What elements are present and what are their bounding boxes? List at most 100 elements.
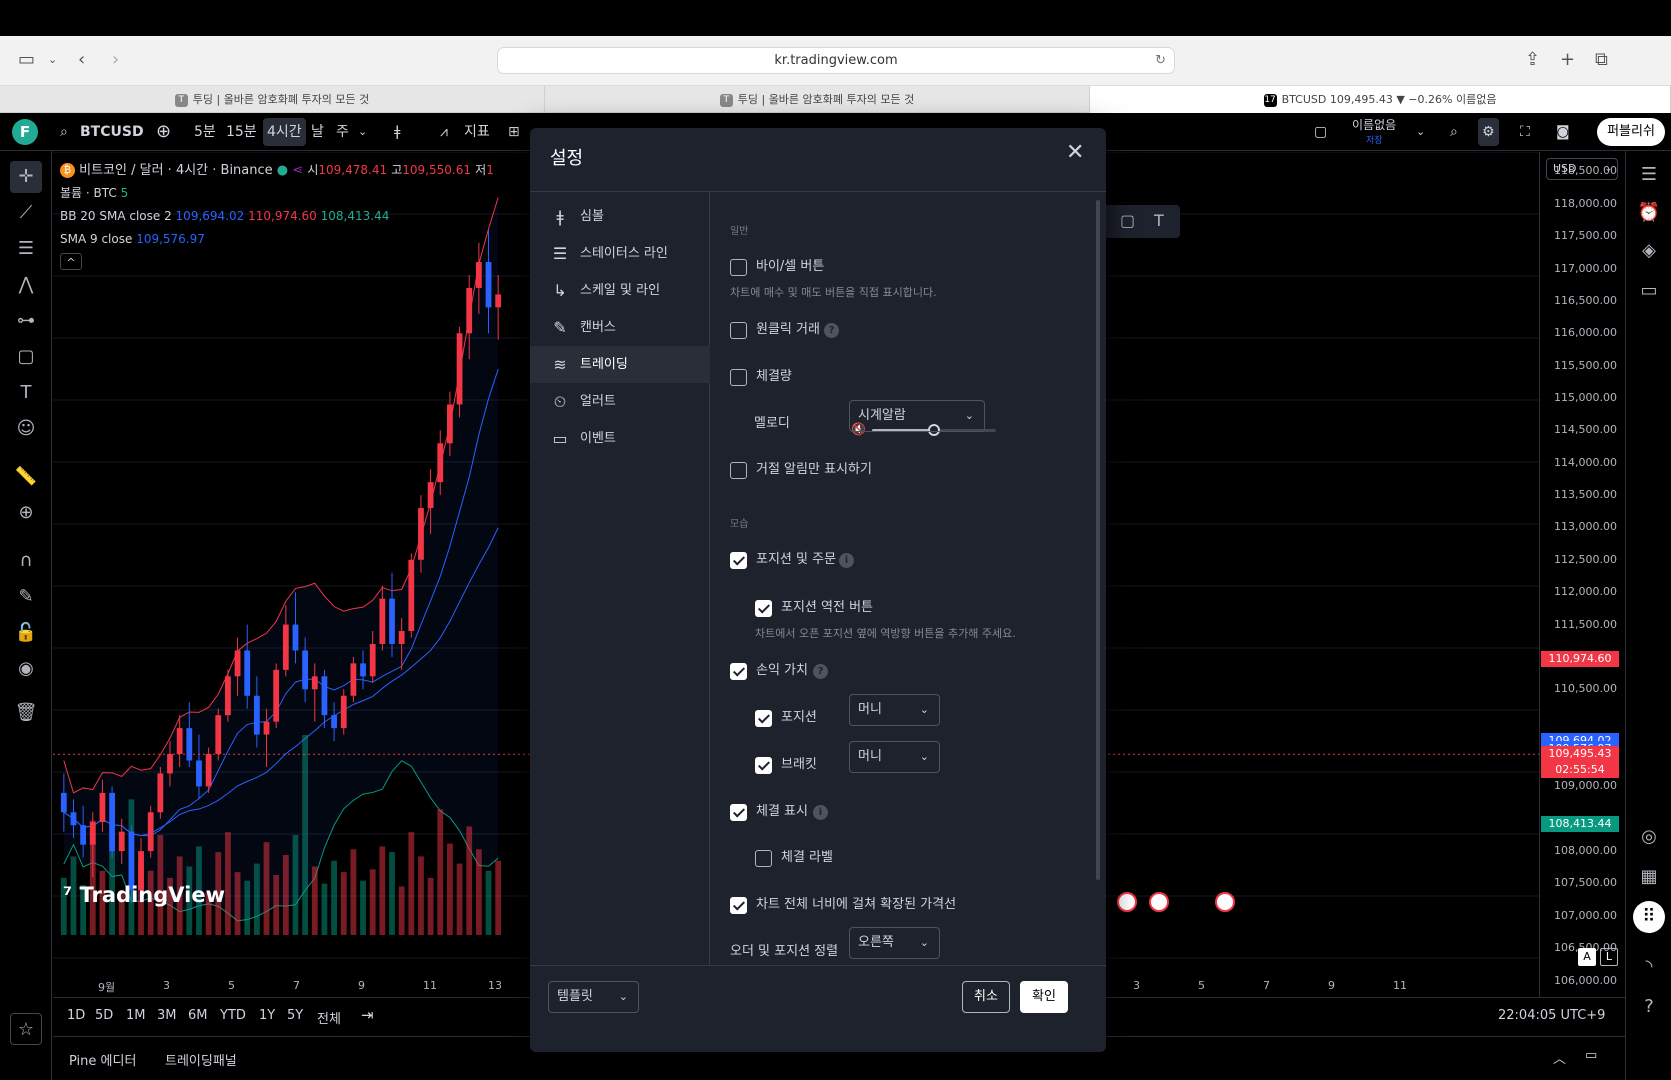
info-icon[interactable]: i xyxy=(813,805,828,820)
range-5y[interactable]: 5Y xyxy=(287,1008,303,1023)
layout-dropdown-icon[interactable]: ⌄ xyxy=(1412,118,1429,146)
user-avatar[interactable]: F xyxy=(12,119,38,145)
indicators-icon[interactable]: ⩘ xyxy=(436,118,452,146)
interval-day[interactable]: 날 xyxy=(307,118,328,146)
range-all[interactable]: 전체 xyxy=(317,1008,341,1027)
fib-icon[interactable]: ☰ xyxy=(10,233,42,265)
share-icon[interactable]: ⇪ xyxy=(1525,46,1540,74)
pnl-bracket-checkbox[interactable] xyxy=(755,757,772,774)
watchlist-icon[interactable]: ☰ xyxy=(1633,159,1665,191)
fullscreen-icon[interactable]: ⛶ xyxy=(1516,118,1534,146)
range-1d[interactable]: 1D xyxy=(67,1008,85,1023)
back-icon[interactable]: ‹ xyxy=(78,46,85,74)
pnl-checkbox[interactable] xyxy=(730,663,747,680)
zoom-in-icon[interactable]: ⊕ xyxy=(10,497,42,529)
legend-title[interactable]: 비트코인 / 달러 · 4시간 · Binance xyxy=(79,163,273,178)
info-icon[interactable]: i xyxy=(839,553,854,568)
melody-select[interactable]: 시계알람 ⌄ xyxy=(849,400,985,432)
nav-alerts[interactable]: ⏲ 얼러트 xyxy=(530,383,710,420)
ok-button[interactable]: 확인 xyxy=(1020,981,1068,1013)
extend-price-line-checkbox[interactable] xyxy=(730,897,747,914)
nav-events[interactable]: ▭ 이벤트 xyxy=(530,420,710,457)
trend-line-icon[interactable]: ⟋ xyxy=(10,197,42,229)
browser-tab[interactable]: T 투딩 | 올바른 암호화폐 투자의 모든 것 xyxy=(0,86,545,113)
range-ytd[interactable]: YTD xyxy=(220,1008,246,1023)
range-1m[interactable]: 1M xyxy=(126,1008,146,1023)
pnl-bracket-select[interactable]: 머니 ⌄ xyxy=(849,741,940,773)
crosshair-icon[interactable]: ✛ xyxy=(10,161,42,193)
pnl-position-checkbox[interactable] xyxy=(755,710,772,727)
broadcast-icon[interactable]: ◝ xyxy=(1633,951,1665,983)
execution-labels-checkbox[interactable] xyxy=(755,850,772,867)
ruler-icon[interactable]: 📏 xyxy=(10,461,42,493)
layout-grid-icon[interactable]: ⊞ xyxy=(504,118,524,146)
help-icon[interactable]: ? xyxy=(1633,991,1665,1023)
interval-5m[interactable]: 5분 xyxy=(190,118,220,146)
lock-pencil-icon[interactable]: ✎ xyxy=(10,581,42,613)
goto-date-icon[interactable]: ⇥ xyxy=(361,1006,374,1024)
reverse-button-checkbox[interactable] xyxy=(755,600,772,617)
buy-sell-checkbox[interactable] xyxy=(730,259,747,276)
settings-scrollbar[interactable] xyxy=(1096,200,1100,880)
eye-icon[interactable]: ◉ xyxy=(10,653,42,685)
layout-square-icon[interactable]: ▢ xyxy=(1310,118,1331,146)
chart-type-icon[interactable]: ǂ xyxy=(390,118,404,146)
interval-4h[interactable]: 4시간 xyxy=(263,118,306,146)
alarm-clock-icon[interactable]: ⏰ xyxy=(1633,197,1665,229)
interval-15m[interactable]: 15분 xyxy=(222,118,261,146)
target-icon[interactable]: ◎ xyxy=(1633,821,1665,853)
text-icon[interactable]: T xyxy=(1154,211,1164,230)
trash-icon[interactable]: 🗑 xyxy=(10,697,42,729)
forward-icon[interactable]: › xyxy=(112,46,119,74)
shape-icon[interactable]: ▢ xyxy=(10,341,42,373)
chevron-up-icon[interactable]: ︿ xyxy=(1553,1048,1566,1067)
nav-status-line[interactable]: ☰ 스테이터스 라인 xyxy=(530,235,710,272)
trading-panel-tab[interactable]: 트레이딩패널 xyxy=(165,1050,237,1069)
pnl-position-select[interactable]: 머니 ⌄ xyxy=(849,694,940,726)
lock-icon[interactable]: 🔓 xyxy=(10,617,42,649)
browser-tab-active[interactable]: 17 BTCUSD 109,495.43 ▼ −0.26% 이름없음 xyxy=(1090,86,1671,113)
help-icon[interactable]: ? xyxy=(824,323,839,338)
interval-week[interactable]: 주 xyxy=(332,118,353,146)
url-bar[interactable]: kr.tradingview.com ↻ xyxy=(497,47,1175,74)
symbol-button[interactable]: BTCUSD xyxy=(76,118,148,146)
sidebar-toggle-icon[interactable]: ▭ xyxy=(18,46,35,74)
reload-icon[interactable]: ↻ xyxy=(1155,48,1166,73)
settings-gear-icon[interactable]: ⚙ xyxy=(1478,118,1499,146)
nav-scales[interactable]: ↳ 스케일 및 라인 xyxy=(530,272,710,309)
clock[interactable]: 22:04:05 UTC+9 xyxy=(1498,1008,1605,1023)
favorite-star-icon[interactable]: ☆ xyxy=(10,1013,42,1045)
template-select[interactable]: 템플릿 ⌄ xyxy=(548,981,639,1013)
text-tool-icon[interactable]: T xyxy=(10,377,42,409)
compare-icon[interactable]: ⊕ xyxy=(152,118,175,146)
interval-dropdown-icon[interactable]: ⌄ xyxy=(354,118,371,146)
range-6m[interactable]: 6M xyxy=(188,1008,208,1023)
cancel-button[interactable]: 취소 xyxy=(962,981,1010,1013)
auto-scale-button[interactable]: A xyxy=(1578,948,1596,966)
indicators-button[interactable]: 지표 xyxy=(460,118,494,146)
log-scale-button[interactable]: L xyxy=(1600,948,1618,966)
quick-search-icon[interactable]: ⌕ xyxy=(1446,118,1462,146)
calendar-icon[interactable]: ▦ xyxy=(1633,861,1665,893)
forecast-icon[interactable]: ⊶ xyxy=(10,305,42,337)
range-3m[interactable]: 3M xyxy=(157,1008,177,1023)
one-click-checkbox[interactable] xyxy=(730,322,747,339)
emoji-icon[interactable]: ☺ xyxy=(10,413,42,445)
pattern-icon[interactable]: ⋀ xyxy=(10,269,42,301)
reject-only-checkbox[interactable] xyxy=(730,462,747,479)
chat-icon[interactable]: ▭ xyxy=(1633,275,1665,307)
pine-editor-tab[interactable]: Pine 에디터 xyxy=(69,1050,136,1069)
maximize-panel-icon[interactable]: ▭ xyxy=(1585,1048,1597,1063)
magnet-icon[interactable]: ∩ xyxy=(10,545,42,577)
execution-sound-checkbox[interactable] xyxy=(730,369,747,386)
close-icon[interactable]: ✕ xyxy=(1066,140,1084,165)
price-scale[interactable]: 118,500.00 118,000.00 117,500.00 117,000.00… xyxy=(1539,152,1625,1000)
frame-icon[interactable]: ▢ xyxy=(1120,211,1135,230)
publish-button[interactable]: 퍼블리쉬 xyxy=(1597,118,1665,146)
currency-select[interactable]: USD ⌄ xyxy=(1546,158,1618,180)
chevron-down-icon[interactable]: ⌄ xyxy=(48,46,57,74)
range-5d[interactable]: 5D xyxy=(95,1008,113,1023)
help-icon[interactable]: ? xyxy=(813,664,828,679)
nav-canvas[interactable]: ✎ 캔버스 xyxy=(530,309,710,346)
layers-icon[interactable]: ◈ xyxy=(1633,235,1665,267)
